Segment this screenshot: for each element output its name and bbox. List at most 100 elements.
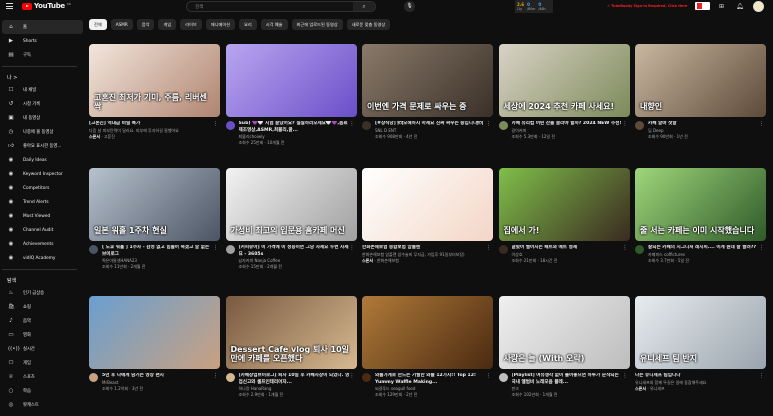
sidebar-item-channel[interactable]: ☐ 내 채널: [2, 83, 83, 97]
sidebar-item-trophy[interactable]: ♕ 스포츠: [2, 370, 83, 384]
more-options-icon[interactable]: ⋮: [486, 245, 491, 251]
video-card[interactable]: 집에서 가! 글렀어 떨어지는 패트와 매트 형제 이상호 조회수 21만회 ·…: [498, 168, 630, 264]
channel-avatar[interactable]: [89, 245, 98, 254]
menu-icon[interactable]: [6, 3, 13, 9]
video-thumbnail[interactable]: 유니세프 팀 반지: [635, 296, 766, 369]
sidebar-item-vidiq[interactable]: ◉ Achievements: [2, 237, 83, 251]
sidebar-item-vidiq[interactable]: ◉ vidIQ Academy: [2, 251, 83, 265]
video-card[interactable]: 줄 서는 카페는 이미 시작했습니다 잘되는 카페의 시그니처 레시피.... …: [635, 168, 766, 264]
sidebar-item-vidiq[interactable]: ◉ Most Viewed: [2, 209, 83, 223]
video-thumbnail[interactable]: [362, 168, 493, 241]
sidebar-item-bulb[interactable]: ○ 학습: [2, 384, 83, 398]
channel-avatar[interactable]: [225, 121, 235, 130]
ad-card[interactable]: 한화손해보험 종합보험 암플랜 한화손해보험 암플랜 암수술비 무지급, 가입후…: [362, 168, 493, 264]
sidebar-item-film[interactable]: ▭ 영화: [2, 328, 83, 342]
channel-avatar[interactable]: [635, 121, 644, 130]
video-card[interactable]: 세상에 2024 추천 카페 사세요! 카페 유리컵 어떤 잔을 골라야 할까?…: [498, 44, 630, 140]
channel-avatar[interactable]: [225, 373, 235, 382]
more-options-icon[interactable]: ⋮: [623, 121, 628, 127]
video-card[interactable]: 이번엔 가격 문제로 싸우는 중 [#장식당] 🍽오해하지 마세요 진짜 싸우는…: [362, 44, 493, 140]
video-card[interactable]: 일본 워홀 1주차 현실 [ 도쿄 워홀 ] 1주차 - 감성 없고 힘들어 죽…: [89, 168, 220, 270]
filter-chip[interactable]: 전체: [89, 19, 107, 30]
more-options-icon[interactable]: ⋮: [213, 373, 218, 379]
video-thumbnail[interactable]: 세상에 2024 추천 카페 사세요!: [498, 44, 630, 117]
sidebar-item-shorts[interactable]: ▶ Shorts: [2, 34, 83, 48]
video-thumbnail[interactable]: 고혼진 최저가 기미, 주름, 리버센 싹: [89, 44, 220, 117]
video-thumbnail[interactable]: 가성비 최고의 입문용 홈카페 머신: [225, 168, 357, 241]
video-thumbnail[interactable]: [89, 296, 220, 369]
video-thumbnail[interactable]: [225, 44, 357, 117]
channel-avatar[interactable]: [498, 373, 508, 382]
youtube-logo[interactable]: YouTube KR: [22, 2, 71, 10]
more-options-icon[interactable]: ⋮: [623, 245, 628, 251]
filter-chip[interactable]: 라이브: [180, 19, 202, 30]
sidebar-item-trending[interactable]: ♨ 인기 급상승: [2, 286, 83, 300]
video-card[interactable]: 사랑은 늘 (With 오락) [Playlist] 여유생각 없이 틀어놓으면…: [498, 296, 630, 398]
vidiq-stats[interactable]: 2.6/1y 0/60m 0/48h: [515, 0, 553, 13]
video-title[interactable]: [Playlist] 여유생각 없이 틀어놓으면 하루가 순삭되는 국내 앨범비…: [512, 373, 624, 386]
sidebar-item-shopping[interactable]: 🛍︎ 쇼핑: [2, 300, 83, 314]
channel-avatar[interactable]: [498, 245, 508, 254]
video-title[interactable]: 카페 유리컵 어떤 잔을 골라야 할까? 2024 NEW 추천!: [512, 121, 624, 128]
filter-chip[interactable]: ASMR: [110, 19, 133, 30]
avatar[interactable]: [753, 1, 764, 12]
filter-chip[interactable]: 새로운 맞춤 동영상: [346, 19, 391, 30]
tubebuddy-icon[interactable]: [695, 2, 710, 10]
video-card[interactable]: 내향인 카페 알바 첫날 딥 Deep 조회수 90만회 · 1년 전 ⋮: [635, 44, 766, 140]
channel-avatar[interactable]: [89, 373, 98, 382]
sidebar-item-history[interactable]: ↺ 시청 기록: [2, 97, 83, 111]
video-card[interactable]: 5년 후 나에게 남기는 영상 편지 MrBeast 조회수 1.2억회 · 3…: [89, 296, 220, 392]
sidebar-item-vidiq[interactable]: ◉ Daily Ideas: [2, 153, 83, 167]
more-options-icon[interactable]: ⋮: [350, 373, 355, 379]
sidebar-item-vidiq[interactable]: ◉ Trend Alerts: [2, 195, 83, 209]
video-thumbnail[interactable]: 사랑은 늘 (With 오락): [498, 296, 630, 369]
video-title[interactable]: [커피뮤아] 이 가격에 이 성능이면 그냥 사세요 두번 사세요 - 3605…: [239, 245, 351, 258]
sidebar-item-thumbs-up[interactable]: 👍︎ 좋아요 표시한 동영...: [2, 139, 83, 153]
more-options-icon[interactable]: ⋮: [759, 121, 764, 127]
more-options-icon[interactable]: ⋮: [350, 245, 355, 251]
video-card[interactable]: Sub) 💜🤍 시험 끝났어요? 칠칠하러오세요🤍💜,음료제조영상,ASMR,최…: [225, 44, 357, 146]
video-card[interactable]: 와플가게로 만드는 기발한 와플 12가지!! Top 12! Yummy Wa…: [362, 296, 493, 398]
filter-chip[interactable]: 최근에 업로드된 동영상: [291, 19, 343, 30]
sidebar-item-vidiq[interactable]: ◉ Channel Audit: [2, 223, 83, 237]
channel-avatar[interactable]: [635, 245, 644, 254]
filter-chip[interactable]: 게임: [158, 19, 177, 30]
sidebar-item-podcast[interactable]: ◎ 팟캐스트: [2, 398, 83, 412]
sidebar-item-video[interactable]: ▣ 내 동영상: [2, 111, 83, 125]
video-title[interactable]: [카페창업브이로그] 퇴사 10일 후 카페사장이 되었다. 영업신고와 셀프인…: [239, 373, 351, 386]
channel-avatar[interactable]: [362, 121, 371, 130]
video-thumbnail[interactable]: Dessert Cafe vlog 퇴사 10일만에 카페를 오픈했다: [225, 296, 357, 369]
mic-icon[interactable]: 🎙: [404, 1, 415, 12]
filter-chip[interactable]: 음악: [136, 19, 155, 30]
video-thumbnail[interactable]: 일본 워홀 1주차 현실: [89, 168, 220, 241]
more-options-icon[interactable]: ⋮: [213, 245, 218, 251]
you-section-header[interactable]: 나 >: [0, 71, 85, 83]
tubebuddy-warning[interactable]: ⚠ TubeBuddy Sign-in Required, Click Here: [607, 4, 687, 8]
video-title[interactable]: Sub) 💜🤍 시험 끝났어요? 칠칠하러오세요🤍💜,음료제조영상,ASMR,최…: [239, 121, 351, 134]
video-thumbnail[interactable]: [362, 296, 493, 369]
filter-chip[interactable]: 시각 예술: [260, 19, 288, 30]
sidebar-item-gaming[interactable]: ⎔ 게임: [2, 356, 83, 370]
search-button[interactable]: ⌕: [353, 2, 375, 11]
more-options-icon[interactable]: ⋮: [486, 121, 491, 127]
channel-avatar[interactable]: [498, 121, 508, 130]
video-thumbnail[interactable]: 집에서 가!: [498, 168, 630, 241]
sidebar-item-vidiq[interactable]: ◉ Keyword Inspector: [2, 167, 83, 181]
ad-card[interactable]: 고혼진 최저가 기미, 주름, 리버센 싹 [고혼진] 역대급 비밀 특가 다음…: [89, 44, 220, 140]
search-input[interactable]: 검색 ⌕: [186, 1, 376, 12]
ad-card[interactable]: 유니세프 팀 반지 나는 유니세프 팀입니다 유니세프와 함께 뚜길은 일에 동…: [635, 296, 766, 392]
video-thumbnail[interactable]: 내향인: [635, 44, 766, 117]
filter-chip[interactable]: 요리: [239, 19, 257, 30]
video-title[interactable]: 와플가게로 만드는 기발한 와플 12가지!! Top 12! Yummy Wa…: [375, 373, 487, 386]
video-thumbnail[interactable]: 이번엔 가격 문제로 싸우는 중: [362, 44, 493, 117]
sidebar-item-vidiq[interactable]: ◉ Competitors: [2, 181, 83, 195]
sidebar-item-clock[interactable]: ◷ 나중에 볼 동영상: [2, 125, 83, 139]
filter-chip[interactable]: 애니메이션: [205, 19, 236, 30]
more-options-icon[interactable]: ⋮: [486, 373, 491, 379]
bell-icon[interactable]: 🔔︎: [736, 3, 744, 10]
video-card[interactable]: 가성비 최고의 입문용 홈카페 머신 [커피뮤아] 이 가격에 이 성능이면 그…: [225, 168, 357, 270]
channel-avatar[interactable]: [362, 373, 371, 382]
more-options-icon[interactable]: ⋮: [350, 121, 355, 127]
video-title[interactable]: [#장식당] 🍽오해하지 마세요 진짜 싸우는 중입니다🍽: [375, 121, 487, 128]
more-options-icon[interactable]: ⋮: [759, 373, 764, 379]
